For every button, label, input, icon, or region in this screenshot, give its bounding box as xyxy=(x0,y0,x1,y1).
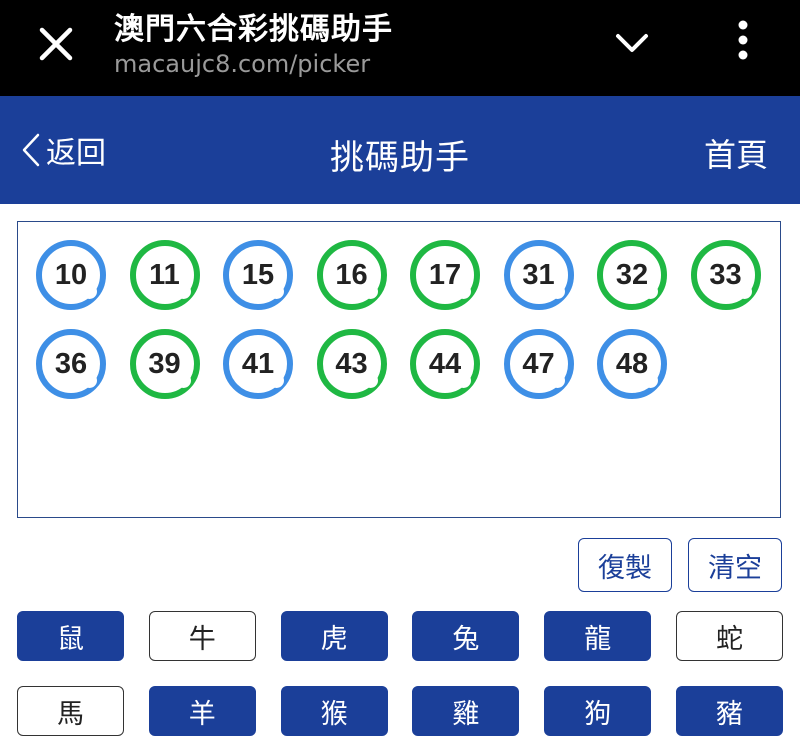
ball-shine xyxy=(456,373,471,388)
number-value: 43 xyxy=(335,347,368,380)
ball-shine xyxy=(82,284,97,299)
number-value: 33 xyxy=(709,258,742,291)
copy-button[interactable]: 復製 xyxy=(578,538,672,592)
zodiac-button[interactable]: 蛇 xyxy=(676,611,783,661)
number-ball[interactable]: 33 xyxy=(690,240,761,310)
close-icon[interactable] xyxy=(34,22,78,66)
chevron-down-icon[interactable] xyxy=(612,24,652,64)
zodiac-button[interactable]: 虎 xyxy=(280,611,388,661)
page-title: 挑碼助手 xyxy=(330,138,470,178)
number-ball[interactable]: 31 xyxy=(503,240,574,310)
number-ball[interactable]: 17 xyxy=(410,240,480,310)
ball-shine xyxy=(643,373,658,388)
ball-shine xyxy=(175,284,191,299)
ball-shine xyxy=(269,284,284,299)
number-ball[interactable]: 32 xyxy=(597,240,667,310)
number-value: 39 xyxy=(148,347,181,380)
number-ball[interactable]: 44 xyxy=(410,329,480,399)
number-ball[interactable]: 41 xyxy=(223,329,293,399)
zodiac-button[interactable]: 羊 xyxy=(148,686,256,736)
more-vert-icon[interactable] xyxy=(728,18,758,62)
zodiac-button[interactable]: 猴 xyxy=(280,686,388,736)
home-link[interactable]: 首頁 xyxy=(704,130,768,176)
zodiac-button[interactable]: 雞 xyxy=(412,686,520,736)
number-value: 47 xyxy=(522,347,555,380)
zodiac-button[interactable]: 鼠 xyxy=(17,611,124,661)
number-ball[interactable]: 43 xyxy=(316,329,387,399)
zodiac-button[interactable]: 牛 xyxy=(148,611,256,661)
ball-shine xyxy=(643,284,658,299)
browser-url[interactable]: macaujc8.com/picker xyxy=(114,50,370,78)
zodiac-button[interactable]: 龍 xyxy=(544,611,652,661)
browser-page-title: 澳門六合彩挑碼助手 xyxy=(114,12,393,47)
zodiac-button[interactable]: 馬 xyxy=(17,686,124,736)
ball-shine xyxy=(549,284,565,299)
ball-shine xyxy=(82,373,97,388)
number-ball[interactable]: 11 xyxy=(129,240,200,310)
number-ball[interactable]: 39 xyxy=(129,329,200,399)
ball-shine xyxy=(362,284,378,299)
number-ball[interactable]: 16 xyxy=(316,240,387,310)
app-header: 返回 挑碼助手 首頁 xyxy=(0,96,800,204)
ball-shine xyxy=(456,284,471,299)
ball-shine xyxy=(736,284,752,299)
selected-numbers-box: 10 11 15 16 17 31 32 33 36 39 41 43 44 47 48 xyxy=(17,221,781,518)
zodiac-button[interactable]: 豬 xyxy=(676,686,783,736)
number-value: 31 xyxy=(522,258,555,291)
ball-shine xyxy=(549,373,565,388)
zodiac-button[interactable]: 兔 xyxy=(412,611,520,661)
number-ball[interactable]: 15 xyxy=(223,240,293,310)
ball-shine xyxy=(175,373,191,388)
ball-shine xyxy=(362,373,378,388)
number-value: 16 xyxy=(335,258,368,291)
zodiac-button[interactable]: 狗 xyxy=(544,686,652,736)
ball-shine xyxy=(269,373,284,388)
number-ball[interactable]: 47 xyxy=(503,329,574,399)
number-ball[interactable]: 10 xyxy=(36,240,106,310)
clear-button[interactable]: 清空 xyxy=(688,538,782,592)
number-ball[interactable]: 36 xyxy=(36,329,106,399)
browser-toolbar: 澳門六合彩挑碼助手 macaujc8.com/picker xyxy=(0,0,800,96)
number-ball[interactable]: 48 xyxy=(597,329,667,399)
number-value: 11 xyxy=(149,258,180,291)
